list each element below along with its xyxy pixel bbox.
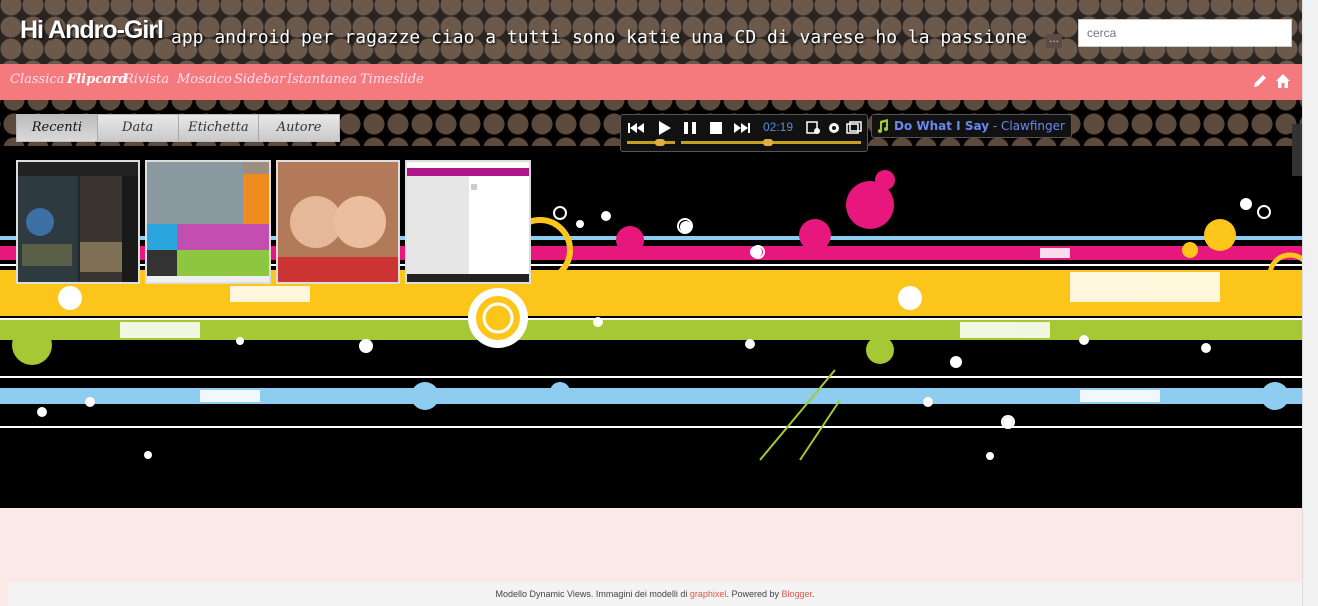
- nav-item-timeslide[interactable]: Timeslide: [360, 72, 424, 87]
- sort-tabs: Recenti Data Etichetta Autore: [16, 114, 340, 142]
- thumbnail-image: [407, 162, 529, 282]
- description-expand-button[interactable]: …: [1046, 34, 1062, 48]
- thumbnail-image: [18, 162, 138, 282]
- pause-icon[interactable]: [681, 121, 699, 135]
- next-track-icon[interactable]: [733, 121, 751, 135]
- nav-item-sidebar[interactable]: Sidebar: [234, 72, 285, 87]
- volume-slider[interactable]: [627, 141, 675, 144]
- home-icon[interactable]: [1275, 73, 1291, 89]
- tab-recenti[interactable]: Recenti: [17, 115, 98, 141]
- blogger-link[interactable]: Blogger: [781, 589, 812, 599]
- previous-track-icon[interactable]: [627, 121, 645, 135]
- footer-prefix: Modello Dynamic Views. Immagini dei mode…: [495, 589, 690, 599]
- nav-item-classica[interactable]: Classica: [10, 72, 64, 87]
- post-thumbnail[interactable]: [145, 160, 271, 284]
- search-input[interactable]: [1078, 19, 1292, 47]
- footer-middle: . Powered by: [726, 589, 782, 599]
- stop-icon[interactable]: [707, 121, 725, 135]
- thumbnail-image: [147, 162, 269, 276]
- view-navbar: Classica Flipcard Rivista Mosaico Sideba…: [0, 64, 1302, 100]
- volume-handle[interactable]: [655, 139, 665, 146]
- footer-suffix: .: [812, 589, 815, 599]
- footer: Modello Dynamic Views. Immagini dei mode…: [8, 582, 1302, 606]
- tab-data[interactable]: Data: [97, 115, 179, 141]
- song-artist: Clawfinger: [1000, 119, 1065, 133]
- nav-item-mosaico[interactable]: Mosaico: [177, 72, 232, 87]
- play-icon[interactable]: [655, 121, 673, 135]
- song-title: Do What I Say: [894, 119, 990, 133]
- window-icon[interactable]: [845, 121, 863, 135]
- song-separator: -: [989, 119, 1001, 133]
- player-time: 02:19: [763, 120, 794, 134]
- playlist-icon[interactable]: [805, 121, 823, 135]
- nav-item-istantanea[interactable]: Istantanea: [287, 72, 357, 87]
- post-thumbnail[interactable]: [276, 160, 400, 284]
- blog-title[interactable]: Hi Andro-Girl: [20, 16, 164, 45]
- music-note-icon: [878, 119, 888, 133]
- tab-etichetta[interactable]: Etichetta: [178, 115, 260, 141]
- music-player: 02:19: [620, 114, 868, 152]
- page-scrollbar[interactable]: [1302, 0, 1318, 606]
- seek-handle[interactable]: [763, 139, 773, 146]
- nav-item-rivista[interactable]: Rivista: [124, 72, 169, 87]
- blog-description: app android per ragazze ciao a tutti son…: [171, 27, 1028, 48]
- post-thumbnail[interactable]: [405, 160, 531, 284]
- now-playing: Do What I Say - Clawfinger: [871, 114, 1072, 138]
- pencil-icon[interactable]: [1252, 73, 1268, 89]
- thumbnail-image: [278, 162, 398, 282]
- graphixel-link[interactable]: graphixel: [690, 589, 727, 599]
- post-thumbnail[interactable]: [16, 160, 140, 284]
- nav-item-flipcard[interactable]: Flipcard: [67, 72, 127, 87]
- side-panel-handle[interactable]: [1292, 124, 1302, 176]
- settings-gear-icon[interactable]: [825, 121, 843, 135]
- tab-autore[interactable]: Autore: [259, 115, 339, 141]
- blog-header: Hi Andro-Girl app android per ragazze ci…: [0, 0, 1302, 64]
